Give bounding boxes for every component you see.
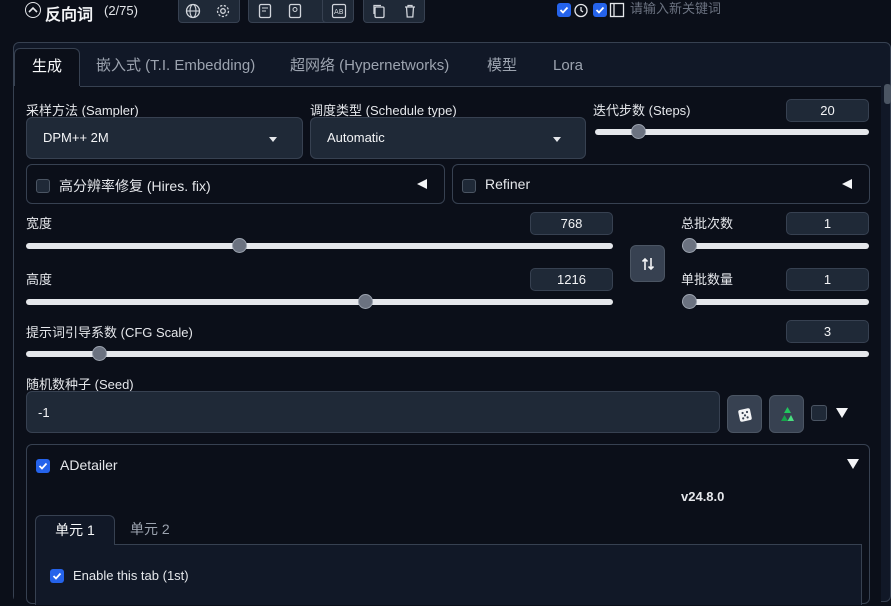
chevron-down-icon xyxy=(269,137,277,142)
height-label: 高度 xyxy=(26,272,53,287)
adetailer-checkbox[interactable] xyxy=(36,459,50,473)
tab-unit-2[interactable]: 单元 2 xyxy=(130,515,170,545)
adetailer-tab-content: Enable this tab (1st) xyxy=(35,545,862,605)
copy-icon[interactable] xyxy=(371,3,387,19)
schedule-value: Automatic xyxy=(327,130,385,145)
batch-size-label: 单批数量 xyxy=(681,272,734,287)
adetailer-version: v24.8.0 xyxy=(681,489,725,504)
globe-icon[interactable] xyxy=(185,3,201,19)
batch-size-slider[interactable] xyxy=(682,294,869,309)
refiner-checkbox[interactable] xyxy=(462,179,476,193)
timer-icon[interactable] xyxy=(573,2,589,18)
hires-fix-label: 高分辨率修复 (Hires. fix) xyxy=(59,178,211,194)
schedule-dropdown[interactable]: Automatic xyxy=(310,117,586,159)
trash-icon[interactable] xyxy=(402,3,418,19)
tab-hypernetworks[interactable]: 超网络 (Hypernetworks) xyxy=(290,48,449,86)
toolbar-group-3: AB xyxy=(322,0,354,23)
token-count: (2/75) xyxy=(104,3,138,18)
ab-icon[interactable]: AB xyxy=(331,3,347,19)
width-input[interactable]: 768 xyxy=(530,212,613,235)
swap-dimensions-button[interactable] xyxy=(630,245,665,282)
tab-embedding[interactable]: 嵌入式 (T.I. Embedding) xyxy=(96,48,255,86)
tab-unit-1[interactable]: 单元 1 xyxy=(35,515,115,545)
enable-tab-checkbox[interactable] xyxy=(50,569,64,583)
seed-input[interactable]: -1 xyxy=(26,391,720,433)
gear-icon[interactable] xyxy=(215,3,231,19)
batch-count-label: 总批次数 xyxy=(681,216,734,231)
enable-tab-label: Enable this tab (1st) xyxy=(73,568,189,583)
cfg-input[interactable]: 3 xyxy=(786,320,869,343)
chevron-up-icon xyxy=(28,6,38,13)
collapse-left-icon[interactable] xyxy=(417,179,427,189)
note-icon[interactable] xyxy=(257,3,273,19)
refiner-label: Refiner xyxy=(485,176,531,192)
tab-generate[interactable]: 生成 xyxy=(14,48,80,86)
collapse-left-icon[interactable] xyxy=(842,179,852,189)
steps-label: 迭代步数 (Steps) xyxy=(593,103,691,118)
cfg-label: 提示词引导系数 (CFG Scale) xyxy=(26,325,193,340)
check-icon xyxy=(38,462,48,470)
width-slider-thumb[interactable] xyxy=(232,238,247,253)
batch-size-input[interactable]: 1 xyxy=(786,268,869,291)
width-label: 宽度 xyxy=(26,216,53,231)
collapse-down-icon[interactable] xyxy=(847,459,859,469)
recycle-icon xyxy=(781,407,794,421)
batch-count-slider-thumb[interactable] xyxy=(682,238,697,253)
extra-seed-checkbox[interactable] xyxy=(811,405,827,421)
hires-fix-accordion[interactable]: 高分辨率修复 (Hires. fix) xyxy=(26,164,445,204)
keyword-input[interactable]: 请输入新关键词 xyxy=(630,0,890,20)
chevron-down-icon xyxy=(553,137,561,142)
svg-text:AB: AB xyxy=(334,8,344,16)
height-slider-thumb[interactable] xyxy=(358,294,373,309)
reuse-seed-button[interactable] xyxy=(769,395,804,433)
height-slider[interactable] xyxy=(26,294,613,309)
collapse-toggle[interactable] xyxy=(25,2,41,18)
checkbox-2[interactable] xyxy=(593,3,607,17)
steps-slider-thumb[interactable] xyxy=(631,124,646,139)
height-input[interactable]: 1216 xyxy=(530,268,613,291)
negative-prompt-title: 反向词 xyxy=(45,7,94,24)
tab-models[interactable]: 模型 xyxy=(487,48,517,86)
cfg-slider-thumb[interactable] xyxy=(92,346,107,361)
random-seed-button[interactable] xyxy=(727,395,762,433)
batch-count-slider[interactable] xyxy=(682,238,869,253)
adetailer-label: ADetailer xyxy=(60,457,118,473)
steps-input[interactable]: 20 xyxy=(786,99,869,122)
swap-arrows-icon xyxy=(641,257,655,271)
check-icon xyxy=(559,6,569,14)
refiner-accordion[interactable]: Refiner xyxy=(452,164,870,204)
width-slider[interactable] xyxy=(26,238,613,253)
sampler-value: DPM++ 2M xyxy=(43,130,109,145)
checkbox-1[interactable] xyxy=(557,3,571,17)
cfg-slider[interactable] xyxy=(26,346,869,361)
adetailer-accordion: ADetailer v24.8.0 单元 1 单元 2 Enable this … xyxy=(26,444,870,605)
toolbar-group-1 xyxy=(178,0,240,23)
sidebar-icon[interactable] xyxy=(609,2,625,18)
batch-size-slider-thumb[interactable] xyxy=(682,294,697,309)
seed-value: -1 xyxy=(38,405,50,420)
check-icon xyxy=(52,572,62,580)
tab-lora[interactable]: Lora xyxy=(553,48,583,86)
check-icon xyxy=(595,6,605,14)
hires-fix-checkbox[interactable] xyxy=(36,179,50,193)
sampler-dropdown[interactable]: DPM++ 2M xyxy=(26,117,303,159)
scrollbar-thumb[interactable] xyxy=(884,84,891,104)
bookmark-icon[interactable] xyxy=(287,3,303,19)
expand-down-icon[interactable] xyxy=(836,408,848,418)
toolbar-group-4 xyxy=(363,0,425,23)
steps-slider[interactable] xyxy=(595,124,869,139)
dice-icon xyxy=(738,408,752,422)
batch-count-input[interactable]: 1 xyxy=(786,212,869,235)
tab-divider xyxy=(80,86,881,87)
